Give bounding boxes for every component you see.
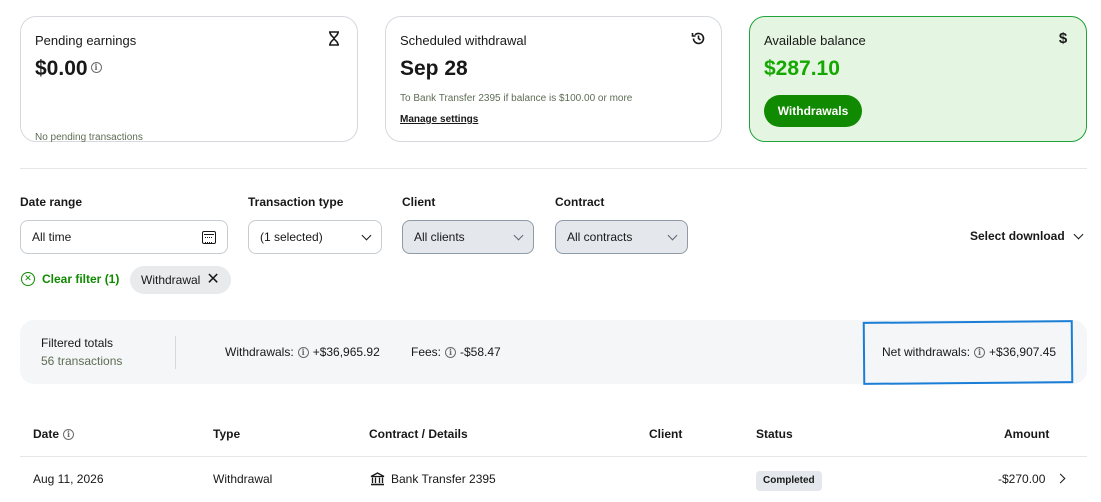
row-details: Bank Transfer 2395 — [370, 472, 496, 486]
fees-total: Fees: i -$58.47 — [411, 345, 501, 359]
withdrawals-button[interactable]: Withdrawals — [764, 95, 862, 127]
fees-total-value: -$58.47 — [460, 345, 501, 359]
contract-label: Contract — [555, 195, 605, 209]
row-amount: -$270.00 — [998, 472, 1046, 486]
transaction-type-select[interactable]: (1 selected) — [248, 220, 382, 254]
contract-value: All contracts — [567, 230, 633, 244]
filter-chip-withdrawal[interactable]: Withdrawal ✕ — [130, 266, 231, 294]
info-icon[interactable]: i — [297, 346, 309, 358]
available-balance-value: $287.10 — [764, 57, 840, 80]
close-circle-icon: ✕ — [21, 272, 35, 286]
history-icon — [691, 31, 705, 47]
available-balance-card: Available balance $ $287.10 Withdrawals — [749, 16, 1087, 142]
info-icon[interactable]: i — [445, 346, 457, 358]
column-header-type: Type — [213, 427, 240, 441]
dollar-icon: $ — [1058, 30, 1068, 47]
row-details-label: Bank Transfer 2395 — [391, 472, 496, 486]
column-header-amount-label: Amount — [1004, 427, 1050, 441]
calendar-icon[interactable] — [202, 230, 216, 244]
hourglass-icon — [327, 31, 341, 47]
scheduled-withdrawal-label: Scheduled withdrawal — [400, 33, 527, 48]
filter-chip-label: Withdrawal — [141, 273, 201, 287]
withdrawals-total-value: +$36,965.92 — [312, 345, 380, 359]
scheduled-withdrawal-value: Sep 28 — [400, 57, 468, 80]
withdrawals-total: Withdrawals: i +$36,965.92 — [225, 345, 380, 359]
column-header-contract: Contract / Details — [369, 427, 468, 441]
info-icon[interactable]: i — [63, 428, 75, 440]
date-range-label: Date range — [20, 195, 83, 209]
column-header-client-label: Client — [649, 427, 683, 441]
contract-select[interactable]: All contracts — [555, 220, 688, 254]
highlight-box — [862, 320, 1074, 385]
clear-filter-button[interactable]: ✕ Clear filter (1) — [21, 272, 119, 286]
table-header-divider — [20, 456, 1087, 457]
client-value: All clients — [414, 230, 465, 244]
pending-sub: No pending transactions — [35, 132, 143, 143]
row-date: Aug 11, 2026 — [33, 472, 104, 486]
scheduled-sub: To Bank Transfer 2395 if balance is $100… — [400, 93, 633, 104]
chevron-down-icon — [361, 230, 372, 240]
column-header-date-label: Date — [33, 427, 60, 441]
chevron-right-icon[interactable] — [1055, 473, 1066, 484]
filtered-totals-title: Filtered totals — [41, 336, 114, 350]
date-range-input[interactable]: All time — [20, 220, 228, 254]
info-icon[interactable]: i — [90, 61, 102, 73]
manage-settings-link[interactable]: Manage settings — [400, 114, 478, 125]
select-download-dropdown[interactable]: Select download — [970, 229, 1084, 243]
transaction-type-label: Transaction type — [248, 195, 344, 209]
transaction-type-value: (1 selected) — [260, 230, 323, 244]
column-header-status: Status — [756, 427, 793, 441]
client-select[interactable]: All clients — [402, 220, 534, 254]
section-divider — [20, 168, 1087, 169]
available-balance-label: Available balance — [764, 33, 866, 48]
chevron-down-icon — [667, 230, 678, 240]
status-badge: Completed — [756, 471, 822, 491]
row-type: Withdrawal — [213, 472, 273, 486]
select-download-label: Select download — [970, 229, 1065, 243]
column-header-client: Client — [649, 427, 682, 441]
scheduled-withdrawal-card: Scheduled withdrawal Sep 28 To Bank Tran… — [385, 16, 722, 142]
column-header-date[interactable]: Date i — [33, 427, 75, 441]
totals-separator — [175, 336, 176, 369]
pending-earnings-card: Pending earnings $0.00 i No pending trans… — [20, 16, 358, 143]
column-header-amount: Amount — [1004, 427, 1049, 441]
close-icon[interactable]: ✕ — [206, 272, 219, 288]
withdrawals-total-label: Withdrawals: — [225, 345, 294, 359]
column-header-status-label: Status — [756, 427, 793, 441]
date-range-value: All time — [32, 230, 72, 244]
client-label: Client — [402, 195, 436, 209]
bank-icon — [370, 472, 385, 486]
pending-earnings-label: Pending earnings — [35, 33, 137, 48]
fees-total-label: Fees: — [411, 345, 442, 359]
clear-filter-label: Clear filter (1) — [42, 272, 120, 286]
pending-earnings-value: $0.00 i — [35, 57, 102, 81]
column-header-contract-label: Contract / Details — [369, 427, 468, 441]
chevron-down-icon — [1073, 229, 1084, 239]
transaction-count: 56 transactions — [41, 354, 123, 368]
column-header-type-label: Type — [213, 427, 241, 441]
chevron-down-icon — [513, 230, 524, 240]
